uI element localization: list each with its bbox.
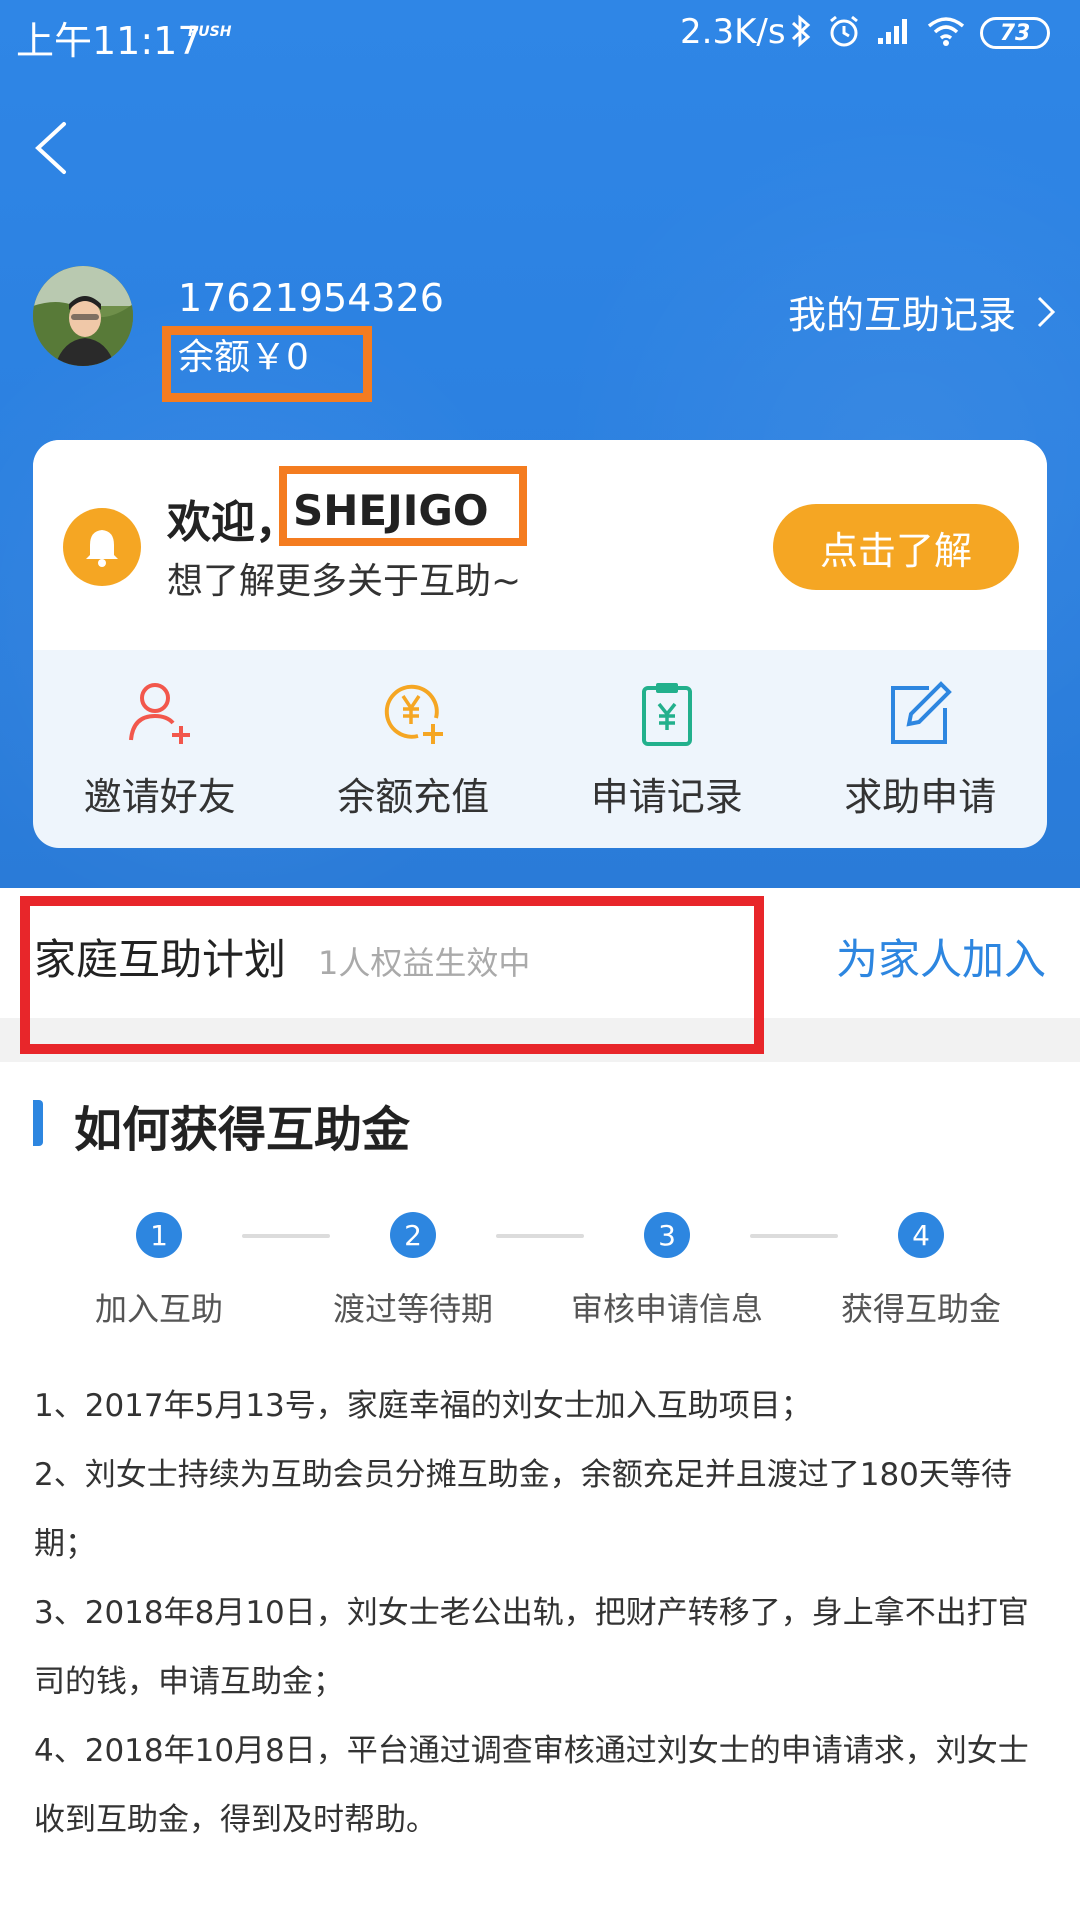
invite-friends-label: 邀请好友 [83, 775, 236, 819]
recharge-balance-label: 余额充值 [337, 775, 490, 819]
section-accent-bar [33, 1100, 43, 1146]
family-plan-highlight [20, 896, 764, 1054]
step-number: 3 [644, 1212, 690, 1258]
step-label: 加入互助 [94, 1290, 223, 1328]
status-bar: 上午11:17 PUSH 2.3K/s 73 [0, 0, 1080, 66]
step-number: 1 [136, 1212, 182, 1258]
edit-icon [891, 681, 953, 744]
status-icons: 73 [790, 10, 1050, 56]
recharge-balance-button[interactable]: 余额充值 [287, 668, 541, 838]
application-records-button[interactable]: 申请记录 [540, 668, 794, 838]
step-item: 4 获得互助金 [811, 1212, 1031, 1330]
learn-more-button[interactable]: 点击了解 [773, 504, 1019, 590]
step-label: 渡过等待期 [332, 1290, 493, 1328]
chevron-right-icon [1037, 296, 1056, 327]
step-label: 获得互助金 [840, 1290, 1001, 1328]
header-banner: 上午11:17 PUSH 2.3K/s 73 17621954326 余额￥0 … [0, 0, 1080, 888]
step-label: 审核申请信息 [570, 1290, 763, 1328]
signal-icon [876, 16, 912, 50]
back-button[interactable] [22, 112, 78, 184]
description-paragraph: 1、2017年5月13号，家庭幸福的刘女士加入互助项目； [34, 1388, 812, 1424]
step-number: 2 [390, 1212, 436, 1258]
welcome-subtitle: 想了解更多关于互助~ [167, 561, 522, 602]
help-request-button[interactable]: 求助申请 [794, 668, 1048, 838]
invite-friends-button[interactable]: 邀请好友 [33, 668, 287, 838]
user-name: SHEJIGO [293, 486, 489, 535]
my-records-label: 我的互助记录 [787, 293, 1016, 337]
push-indicator: PUSH [188, 24, 232, 40]
welcome-card: 欢迎， SHEJIGO 想了解更多关于互助~ 点击了解 邀请好友 余额充值 申请… [33, 440, 1047, 848]
balance-text: 余额￥0 [178, 337, 309, 378]
bluetooth-icon [790, 13, 812, 53]
how-to-title: 如何获得互助金 [74, 1102, 411, 1158]
step-item: 2 渡过等待期 [303, 1212, 523, 1330]
avatar[interactable] [33, 266, 133, 366]
add-user-icon [128, 683, 190, 744]
description-paragraph: 3、2018年8月10日，刘女士老公出轨，把财产转移了，身上拿不出打官司的钱，申… [34, 1595, 1029, 1700]
network-speed: 2.3K/s [680, 12, 786, 52]
how-to-description: 1、2017年5月13号，家庭幸福的刘女士加入互助项目； 2、刘女士持续为互助会… [34, 1372, 1050, 1855]
my-records-link[interactable]: 我的互助记录 [788, 284, 1056, 339]
phone-number: 17621954326 [178, 276, 444, 320]
welcome-card-top: 欢迎， SHEJIGO 想了解更多关于互助~ 点击了解 [33, 440, 1047, 650]
join-for-family-link[interactable]: 为家人加入 [836, 926, 1046, 987]
application-records-label: 申请记录 [590, 775, 743, 819]
step-item: 1 加入互助 [49, 1212, 269, 1330]
description-paragraph: 4、2018年10月8日，平台通过调查审核通过刘女士的申请请求，刘女士收到互助金… [34, 1733, 1029, 1838]
status-time: 上午11:17 [16, 19, 202, 63]
step-number: 4 [898, 1212, 944, 1258]
quick-actions: 邀请好友 余额充值 申请记录 求助申请 [33, 668, 1047, 838]
clipboard-yen-icon [641, 683, 692, 746]
help-request-label: 求助申请 [844, 775, 997, 819]
step-item: 3 审核申请信息 [557, 1212, 777, 1330]
alarm-icon [826, 13, 862, 53]
bell-icon [63, 508, 141, 586]
steps-progress: 1 加入互助 2 渡过等待期 3 审核申请信息 4 获得互助金 [0, 1212, 1080, 1332]
battery-icon: 73 [980, 17, 1050, 49]
description-paragraph: 2、刘女士持续为互助会员分摊互助金，余额充足并且渡过了180天等待期； [34, 1457, 1012, 1562]
chevron-left-icon [35, 122, 66, 174]
yen-coin-plus-icon [385, 684, 444, 744]
wifi-icon [926, 15, 966, 51]
